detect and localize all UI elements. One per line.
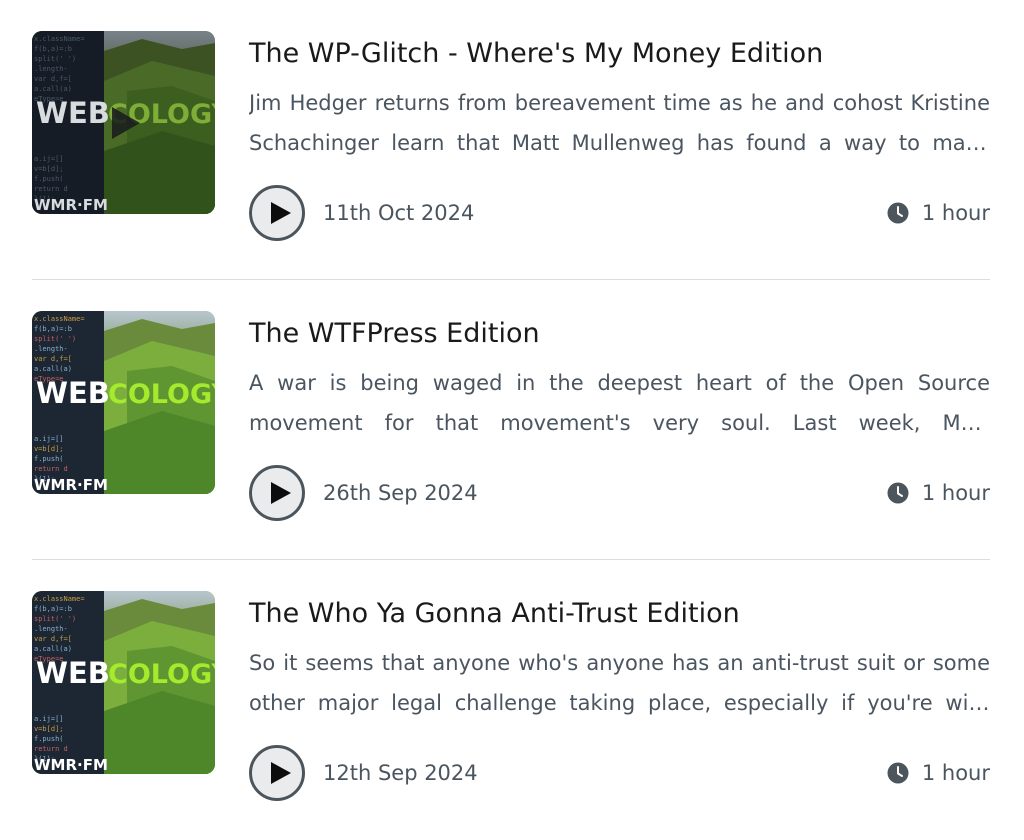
webcology-logo: x.className= f(b,a)=:b split(' ') .length-… (32, 311, 215, 494)
episode-description: So it seems that anyone who's anyone has… (249, 651, 990, 715)
play-icon (271, 202, 291, 224)
episode-list: x.className= f(b,a)=:b split(' ') .length-… (32, 0, 990, 840)
episode-date: 12th Sep 2024 (323, 761, 478, 785)
svg-text:v=b[d];: v=b[d]; (34, 445, 64, 453)
svg-text:return d: return d (34, 745, 68, 753)
play-icon (271, 482, 291, 504)
svg-text:return d: return d (34, 465, 68, 473)
logo-station-text: WMR·FM (34, 196, 108, 214)
svg-text:a.ij=[]: a.ij=[] (34, 715, 64, 723)
clock-icon (887, 202, 909, 224)
episode-duration: 1 hour (887, 198, 990, 228)
clock-icon (887, 482, 909, 504)
svg-text:x.className=: x.className= (34, 315, 85, 323)
episode-description: A war is being waged in the deepest hear… (249, 371, 990, 435)
svg-text:v=b[d];: v=b[d]; (34, 725, 64, 733)
episode-date: 26th Sep 2024 (323, 481, 478, 505)
duration-text: 1 hour (921, 201, 990, 225)
episode-title[interactable]: The WP-Glitch - Where's My Money Edition (249, 34, 823, 74)
episode-date: 11th Oct 2024 (323, 201, 475, 225)
svg-text:f(b,a)=:b: f(b,a)=:b (34, 605, 72, 613)
episode-item: x.className= f(b,a)=:b split(' ') .length-… (32, 0, 990, 280)
episode-title[interactable]: The Who Ya Gonna Anti-Trust Edition (249, 594, 740, 634)
episode-description: Jim Hedger returns from bereavement time… (249, 91, 990, 155)
play-icon (271, 762, 291, 784)
logo-web-text: WEB (36, 656, 110, 690)
logo-station-text: WMR·FM (34, 756, 108, 774)
logo-web-text: WEB (36, 96, 110, 130)
duration-text: 1 hour (921, 761, 990, 785)
svg-text:var d,f=[: var d,f=[ (34, 355, 72, 363)
svg-text:x.className=: x.className= (34, 595, 85, 603)
episode-duration: 1 hour (887, 478, 990, 508)
svg-text:f(b,a)=:b: f(b,a)=:b (34, 325, 72, 333)
svg-text:.length-: .length- (34, 345, 68, 353)
svg-text:a.call(a): a.call(a) (34, 365, 72, 373)
svg-text:a.call(a): a.call(a) (34, 645, 72, 653)
svg-text:a.ij=[]: a.ij=[] (34, 435, 64, 443)
duration-text: 1 hour (921, 481, 990, 505)
episode-thumbnail[interactable]: x.className= f(b,a)=:b split(' ') .length-… (32, 311, 215, 494)
svg-text:f.push(: f.push( (34, 735, 64, 743)
play-button[interactable] (249, 465, 305, 521)
episode-duration: 1 hour (887, 758, 990, 788)
play-button[interactable] (249, 185, 305, 241)
logo-cology-text: COLOGY (108, 379, 215, 410)
clock-icon (887, 762, 909, 784)
play-icon (112, 107, 140, 139)
episode-thumbnail[interactable]: x.className= f(b,a)=:b split(' ') .length-… (32, 591, 215, 774)
episode-thumbnail[interactable]: x.className= f(b,a)=:b split(' ') .length-… (32, 31, 215, 214)
play-button[interactable] (249, 745, 305, 801)
logo-cology-text: COLOGY (108, 659, 215, 690)
svg-text:split(' '): split(' ') (34, 335, 76, 343)
svg-text:split(' '): split(' ') (34, 615, 76, 623)
svg-text:.length-: .length- (34, 625, 68, 633)
logo-web-text: WEB (36, 376, 110, 410)
episode-item: x.className= f(b,a)=:b split(' ') .length-… (32, 280, 990, 560)
webcology-logo: x.className= f(b,a)=:b split(' ') .length-… (32, 591, 215, 774)
episode-title[interactable]: The WTFPress Edition (249, 314, 540, 354)
svg-text:var d,f=[: var d,f=[ (34, 635, 72, 643)
svg-text:f.push(: f.push( (34, 455, 64, 463)
logo-station-text: WMR·FM (34, 476, 108, 494)
episode-item: x.className= f(b,a)=:b split(' ') .length-… (32, 560, 990, 840)
